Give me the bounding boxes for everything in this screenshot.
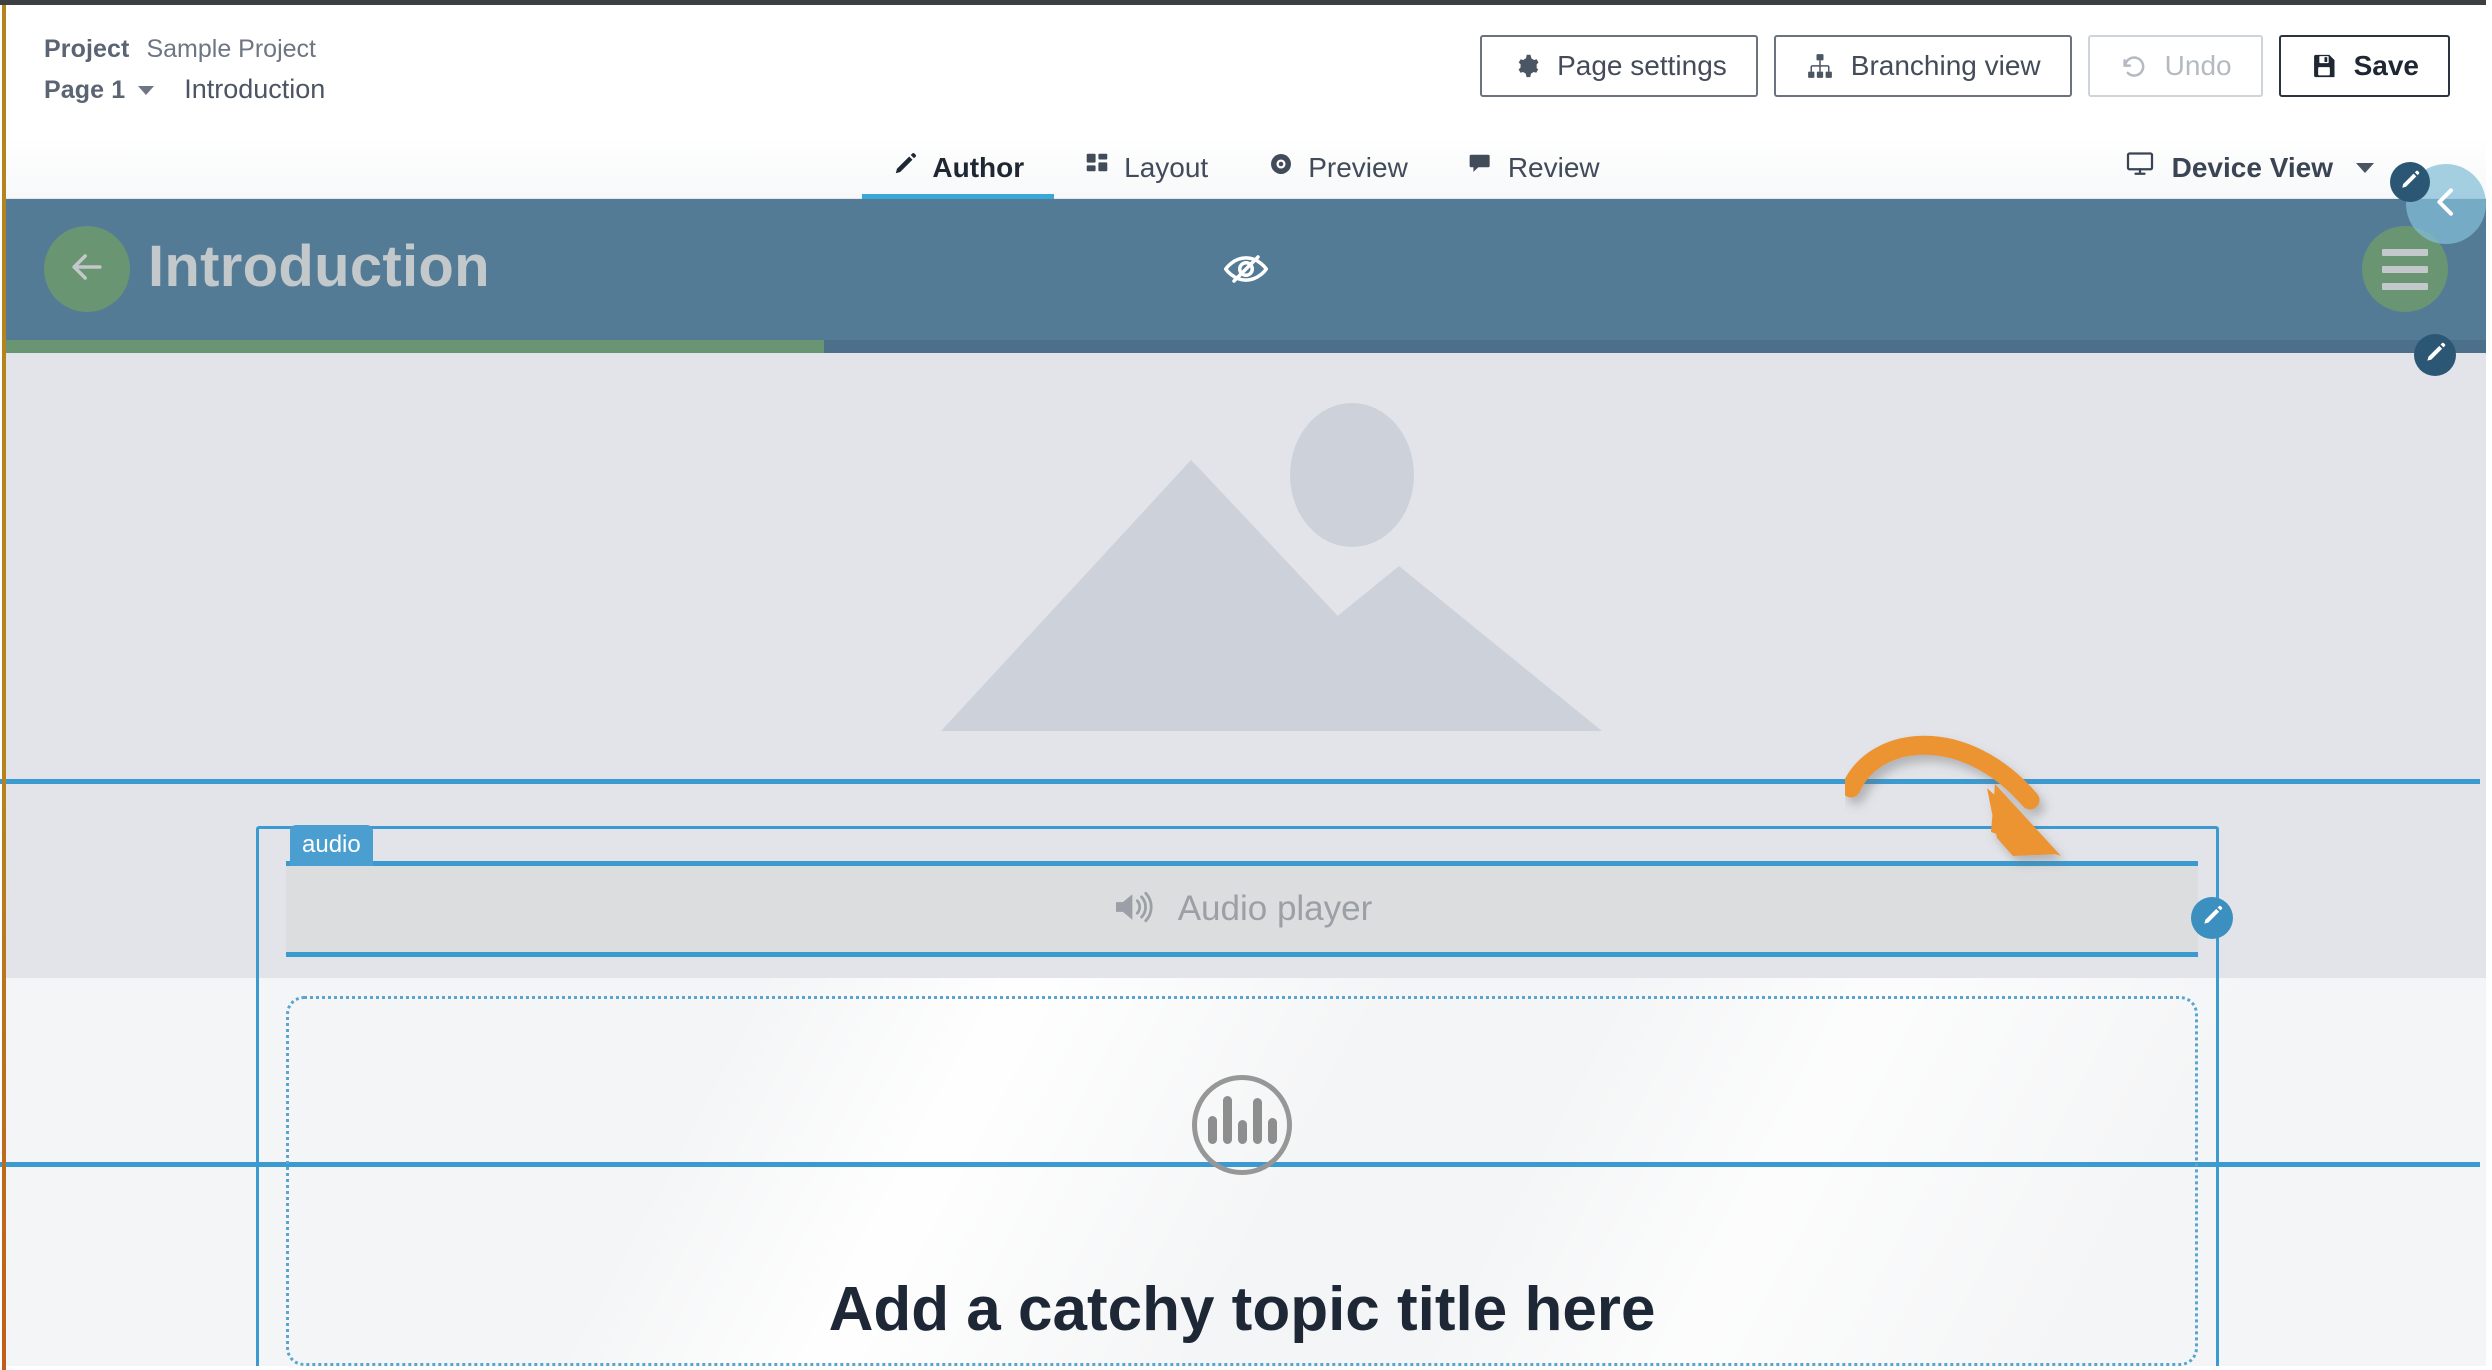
page-selector-label[interactable]: Page 1 [44, 76, 125, 105]
mode-tabs: Author Layout Preview Review [6, 136, 2486, 199]
waveform-bar [1237, 1120, 1247, 1144]
edit-badge-audio-block[interactable] [2191, 897, 2233, 939]
module-header-bar: Introduction [6, 199, 2486, 340]
undo-label: Undo [2164, 50, 2232, 81]
volume-icon [1112, 889, 1156, 930]
pencil-edit-icon [2424, 341, 2447, 369]
right-edge-rail [2486, 0, 2492, 1370]
branching-view-label: Branching view [1850, 50, 2041, 81]
branching-view-button[interactable]: Branching view [1773, 35, 2072, 97]
hamburger-menu-icon-bar [2382, 265, 2428, 273]
app-window: Project Sample Project Page 1 Introducti… [0, 0, 2492, 1370]
tab-layout[interactable]: Layout [1054, 136, 1238, 199]
tab-layout-label: Layout [1124, 151, 1209, 183]
module-page-title: Introduction [148, 234, 490, 299]
left-edge-rail [2, 5, 6, 1370]
arrow-left-icon [65, 245, 109, 294]
comment-icon [1468, 151, 1494, 184]
pencil-edit-icon [2201, 904, 2224, 932]
tab-review-label: Review [1507, 151, 1600, 183]
chevron-down-icon[interactable] [2356, 162, 2374, 173]
undo-button[interactable]: Undo [2087, 35, 2263, 97]
bottom-edge-rail [0, 1366, 2492, 1370]
monitor-icon [2125, 149, 2155, 186]
audio-waveform-icon [1192, 1075, 1292, 1175]
mode-tab-bar: Author Layout Preview Review Device View [6, 136, 2486, 199]
sitemap-icon [1805, 51, 1835, 81]
breadcrumb-project-row: Project Sample Project [44, 35, 325, 64]
device-view-label: Device View [2171, 151, 2333, 183]
edit-badge-toolbar[interactable] [2390, 162, 2430, 202]
page-settings-label: Page settings [1557, 50, 1727, 81]
waveform-bar [1252, 1098, 1262, 1144]
eye-slash-icon[interactable] [1222, 247, 1270, 296]
gear-icon [1511, 51, 1541, 81]
waveform-bar [1207, 1116, 1217, 1144]
save-label: Save [2353, 50, 2419, 81]
tab-author[interactable]: Author [862, 136, 1054, 199]
topic-title-text[interactable]: Add a catchy topic title here [289, 1274, 2195, 1345]
layout-icon [1084, 151, 1110, 184]
breadcrumb-page-title: Introduction [184, 74, 326, 104]
breadcrumb-project-label: Project [44, 35, 130, 63]
eye-icon [1268, 151, 1294, 184]
save-button[interactable]: Save [2278, 35, 2450, 97]
pencil-icon [892, 151, 918, 184]
pencil-edit-icon [2399, 169, 2421, 196]
tab-author-label: Author [932, 151, 1025, 183]
chevron-left-icon [2426, 182, 2466, 227]
hamburger-menu-icon [2382, 248, 2428, 256]
waveform-bar [1222, 1096, 1232, 1144]
undo-icon [2119, 51, 2149, 81]
topic-content-block[interactable]: Add a catchy topic title here [286, 996, 2198, 1366]
audio-player-label: Audio player [1177, 889, 1373, 928]
breadcrumb-page-row: Page 1 Introduction [44, 74, 325, 105]
module-progress-fill [6, 340, 825, 353]
breadcrumb: Project Sample Project Page 1 Introducti… [44, 35, 325, 105]
app-header: Project Sample Project Page 1 Introducti… [6, 5, 2486, 136]
header-actions: Page settings Branching view Undo Save [1480, 35, 2450, 97]
chevron-down-icon[interactable] [138, 86, 155, 95]
module-progress-track [6, 340, 2486, 353]
save-disk-icon [2310, 52, 2338, 80]
tab-review[interactable]: Review [1438, 136, 1630, 199]
tab-preview[interactable]: Preview [1238, 136, 1438, 199]
breadcrumb-project-value[interactable]: Sample Project [146, 35, 316, 64]
audio-player-block[interactable]: Audio player [286, 861, 2198, 957]
page-settings-button[interactable]: Page settings [1480, 35, 1758, 97]
edit-badge-hero-image[interactable] [2414, 334, 2456, 376]
hamburger-menu-icon-bar [2382, 282, 2428, 290]
device-view-dropdown[interactable]: Device View [2125, 136, 2374, 199]
back-button[interactable] [44, 226, 130, 312]
waveform-bar [1267, 1118, 1277, 1144]
tab-preview-label: Preview [1308, 151, 1408, 183]
audio-block-tag: audio [290, 825, 373, 866]
